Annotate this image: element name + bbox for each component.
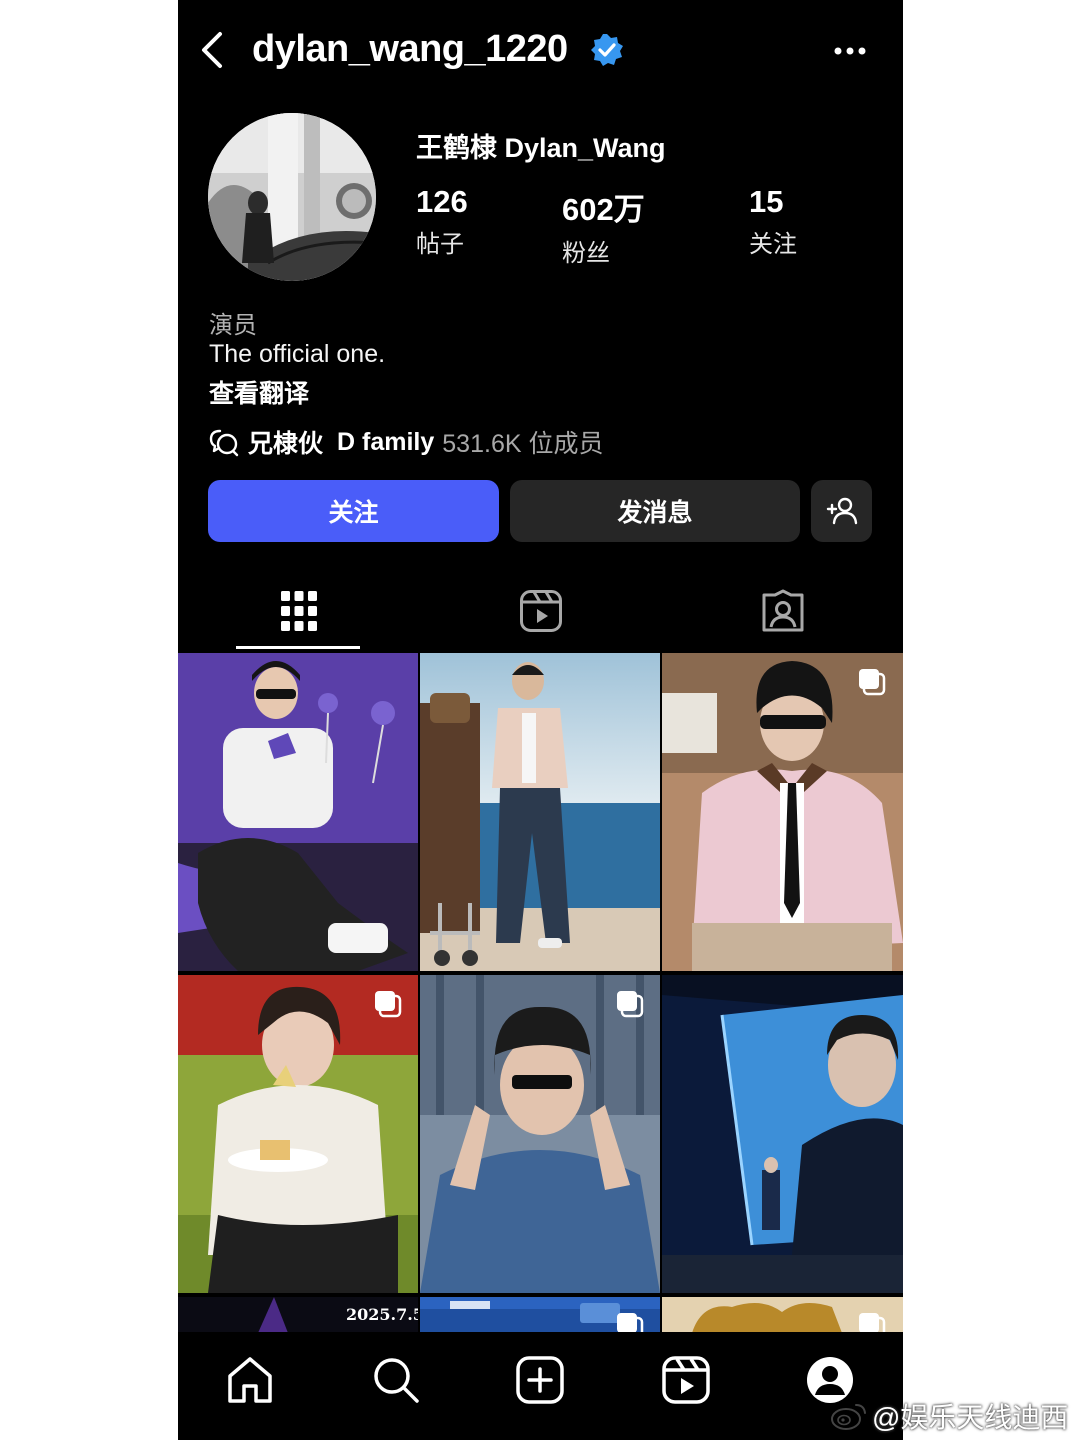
profile-full-name: 王鹤棣 Dylan_Wang [416,133,666,163]
stat-followers[interactable]: 602万 粉丝 [562,184,645,268]
instagram-profile-screen: dylan_wang_1220 王鹤棣 Dylan_Wang 126 帖子 60… [178,0,903,1440]
post-thumbnail[interactable] [178,975,418,1293]
reels-icon[interactable] [660,1354,712,1406]
message-button[interactable]: 发消息 [510,480,800,542]
home-icon[interactable] [224,1354,276,1406]
channel-member-count: 531.6K 位成员 [442,430,604,458]
stat-posts-value: 126 [416,184,468,219]
stat-following[interactable]: 15 关注 [749,184,797,259]
bottom-navigation [178,1332,903,1440]
stat-posts-label: 帖子 [416,231,464,258]
profile-username: dylan_wang_1220 [252,28,568,70]
post-photo-sofa [178,975,418,1293]
profile-avatar[interactable] [208,113,376,281]
post-thumbnail[interactable] [178,653,418,971]
post-photo-stage [662,975,903,1293]
post-photo-purple [178,653,418,971]
post-photo-pink-jacket [662,653,903,971]
more-options-icon[interactable] [828,36,872,66]
active-tab-indicator [236,646,360,649]
multiple-photos-icon [375,991,402,1018]
profile-tabs [178,572,903,652]
weibo-watermark: @娱乐天线迪西 [830,1396,1068,1436]
tab-posts-grid[interactable] [178,572,420,650]
stat-following-label: 关注 [749,231,797,258]
avatar-photo [208,113,376,281]
watermark-text: @娱乐天线迪西 [872,1402,1069,1433]
post-thumbnail[interactable] [420,653,660,971]
top-bar: dylan_wang_1220 [178,0,903,100]
profile-bio: The official one. [209,340,386,368]
multiple-photos-icon [859,669,886,696]
reels-tab-icon [520,590,562,632]
post-photo-beanie [420,975,660,1293]
stat-following-value: 15 [749,184,784,219]
stat-posts[interactable]: 126 帖子 [416,184,468,259]
broadcast-channel[interactable]: 兄棣伙 D family 531.6K 位成员 [208,424,603,460]
post-thumbnail[interactable] [662,1297,903,1333]
post-thumbnail[interactable] [420,975,660,1293]
post-thumbnail[interactable] [662,975,903,1293]
grid-icon [281,591,317,631]
post-thumbnail[interactable] [662,653,903,971]
back-arrow-icon[interactable] [192,28,236,72]
see-translation-link[interactable]: 查看翻译 [209,374,309,410]
tab-reels[interactable] [420,572,662,650]
create-post-icon[interactable] [514,1354,566,1406]
post-date-overlay: 2025.7.5 [346,1305,418,1324]
suggested-users-button[interactable] [811,480,872,542]
search-icon[interactable] [370,1354,422,1406]
multiple-photos-icon [617,991,644,1018]
multiple-photos-icon [617,1313,644,1333]
channel-name: 兄棣伙 [248,430,324,458]
post-thumbnail[interactable] [420,1297,660,1333]
follow-button[interactable]: 关注 [208,480,499,542]
verified-badge-icon [591,34,623,66]
tab-tagged[interactable] [662,572,903,650]
posts-grid: 2025.7.5 [178,653,903,1333]
post-photo-sea [420,653,660,971]
stat-followers-value: 602万 [562,192,645,227]
stat-followers-label: 粉丝 [562,240,610,267]
weibo-logo-icon [831,1404,866,1430]
add-person-icon [826,497,857,525]
multiple-photos-icon [859,1313,886,1333]
channel-icon [209,429,239,457]
channel-group: D family [337,427,435,456]
post-thumbnail[interactable]: 2025.7.5 [178,1297,418,1333]
tagged-icon [762,589,804,632]
profile-category: 演员 [209,312,257,339]
